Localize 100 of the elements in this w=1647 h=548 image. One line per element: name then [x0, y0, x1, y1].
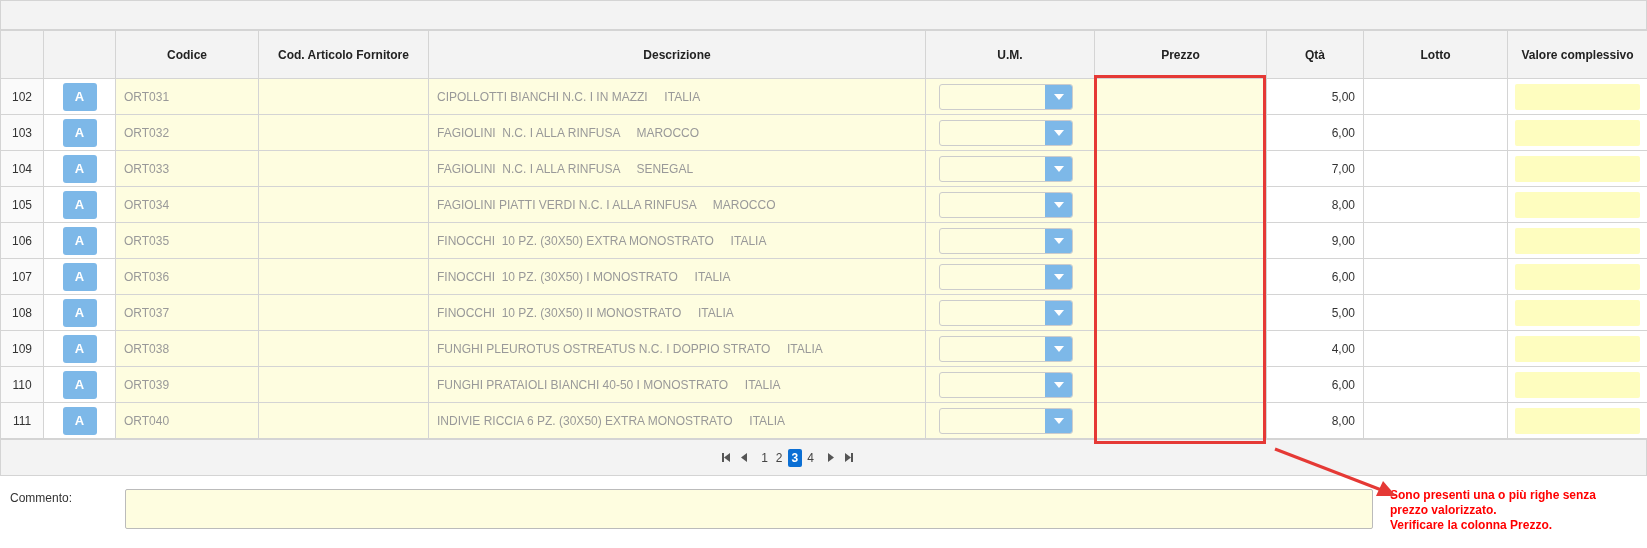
- unit-dropdown[interactable]: [939, 155, 1073, 182]
- table-cell: ORT034: [124, 197, 170, 212]
- last-page-icon[interactable]: [844, 453, 853, 462]
- column-header: Descrizione: [643, 47, 711, 62]
- table-cell: 7,00: [1331, 161, 1355, 176]
- unit-dropdown[interactable]: [939, 299, 1073, 326]
- table-cell: ORT035: [124, 233, 170, 248]
- row-action-button[interactable]: A: [62, 298, 97, 327]
- comment-label: Commento:: [10, 490, 74, 507]
- table-cell: ORT031: [124, 89, 170, 104]
- table-cell: FAGIOLINI PIATTI VERDI N.C. I ALLA RINFUSA MAROCCO: [437, 197, 776, 212]
- value-field[interactable]: [1515, 371, 1640, 398]
- dropdown-caret-icon: [1045, 120, 1072, 145]
- table-cell: FUNGHI PLEUROTUS OSTREATUS N.C. I DOPPIO STRATO ITALIA: [437, 341, 823, 356]
- table-cell: 8,00: [1331, 197, 1355, 212]
- page-button[interactable]: 4: [804, 448, 817, 467]
- unit-dropdown[interactable]: [939, 227, 1073, 254]
- value-field[interactable]: [1515, 83, 1640, 110]
- row-action-button[interactable]: A: [62, 118, 97, 147]
- unit-dropdown[interactable]: [939, 371, 1073, 398]
- first-page-icon[interactable]: [722, 453, 731, 462]
- table-cell: ORT036: [124, 269, 170, 284]
- value-field[interactable]: [1515, 155, 1640, 182]
- row-number: 104: [12, 161, 32, 176]
- table-cell: ORT039: [124, 377, 170, 392]
- value-field[interactable]: [1515, 263, 1640, 290]
- unit-dropdown[interactable]: [939, 191, 1073, 218]
- unit-dropdown[interactable]: [939, 407, 1073, 434]
- value-field[interactable]: [1515, 335, 1640, 362]
- table-cell: FAGIOLINI N.C. I ALLA RINFUSA MAROCCO: [437, 125, 700, 140]
- table-cell: FINOCCHI 10 PZ. (30X50) II MONOSTRATO ITALIA: [437, 305, 734, 320]
- column-header: Qtà: [1305, 47, 1325, 62]
- table-cell: FINOCCHI 10 PZ. (30X50) EXTRA MONOSTRATO ITALIA: [437, 233, 767, 248]
- column-header: Cod. Articolo Fornitore: [278, 47, 409, 62]
- dropdown-caret-icon: [1045, 300, 1072, 325]
- column-header: Codice: [167, 47, 207, 62]
- unit-dropdown[interactable]: [939, 263, 1073, 290]
- row-number: 102: [12, 89, 32, 104]
- dropdown-caret-icon: [1045, 336, 1072, 361]
- table-cell: FINOCCHI 10 PZ. (30X50) I MONOSTRATO ITALIA: [437, 269, 731, 284]
- dropdown-caret-icon: [1045, 264, 1072, 289]
- page-button[interactable]: 2: [772, 448, 786, 467]
- column-header: Valore complessivo: [1521, 47, 1634, 62]
- row-number: 110: [12, 377, 32, 392]
- value-field[interactable]: [1515, 191, 1640, 218]
- page-button[interactable]: 3: [787, 448, 803, 467]
- previous-page-icon[interactable]: [740, 453, 749, 462]
- comment-field[interactable]: [125, 489, 1373, 529]
- value-field[interactable]: [1515, 299, 1640, 326]
- value-field[interactable]: [1515, 227, 1640, 254]
- row-number: 107: [12, 269, 32, 284]
- row-number: 109: [12, 341, 32, 356]
- row-action-button[interactable]: A: [62, 262, 97, 291]
- table-cell: FUNGHI PRATAIOLI BIANCHI 40-50 I MONOSTRATO ITALIA: [437, 377, 781, 392]
- row-action-button[interactable]: A: [62, 82, 97, 111]
- table-cell: FAGIOLINI N.C. I ALLA RINFUSA SENEGAL: [437, 161, 694, 176]
- table-cell: ORT032: [124, 125, 170, 140]
- value-field[interactable]: [1515, 119, 1640, 146]
- row-action-button[interactable]: A: [62, 226, 97, 255]
- page-button[interactable]: 1: [758, 448, 771, 467]
- table-cell: ORT038: [124, 341, 170, 356]
- column-header: Prezzo: [1161, 47, 1200, 62]
- table-cell: ORT033: [124, 161, 170, 176]
- table-cell: 8,00: [1331, 413, 1355, 428]
- table-cell: 6,00: [1331, 269, 1355, 284]
- row-action-button[interactable]: A: [62, 190, 97, 219]
- row-number: 111: [12, 413, 32, 428]
- dropdown-caret-icon: [1045, 192, 1072, 217]
- row-number: 103: [12, 125, 32, 140]
- dropdown-caret-icon: [1045, 408, 1072, 433]
- table-cell: 5,00: [1331, 305, 1355, 320]
- dropdown-caret-icon: [1045, 156, 1072, 181]
- table-cell: 6,00: [1331, 377, 1355, 392]
- table-cell: 5,00: [1331, 89, 1355, 104]
- table-cell: ORT040: [124, 413, 170, 428]
- dropdown-caret-icon: [1045, 228, 1072, 253]
- row-action-button[interactable]: A: [62, 406, 97, 435]
- column-header: Lotto: [1420, 47, 1451, 62]
- column-header: U.M.: [997, 47, 1023, 62]
- row-action-button[interactable]: A: [62, 154, 97, 183]
- row-number: 108: [12, 305, 32, 320]
- row-number: 105: [12, 197, 32, 212]
- dropdown-caret-icon: [1045, 372, 1072, 397]
- next-page-icon[interactable]: [826, 453, 835, 462]
- row-action-button[interactable]: A: [62, 334, 97, 363]
- value-field[interactable]: [1515, 407, 1640, 434]
- table-cell: CIPOLLOTTI BIANCHI N.C. I IN MAZZI ITALIA: [437, 89, 701, 104]
- warning-message: Sono presenti una o più righe senza prezzo valorizzato.: [1390, 488, 1598, 518]
- table-cell: 4,00: [1331, 341, 1355, 356]
- dropdown-caret-icon: [1045, 84, 1072, 109]
- row-action-button[interactable]: A: [62, 370, 97, 399]
- row-number: 106: [12, 233, 32, 248]
- table-cell: 6,00: [1331, 125, 1355, 140]
- unit-dropdown[interactable]: [939, 83, 1073, 110]
- table-cell: INDIVIE RICCIA 6 PZ. (30X50) EXTRA MONOSTRATO ITALIA: [437, 413, 786, 428]
- unit-dropdown[interactable]: [939, 335, 1073, 362]
- table-cell: ORT037: [124, 305, 170, 320]
- warning-message: Verificare la colonna Prezzo.: [1390, 518, 1554, 533]
- table-cell: 9,00: [1331, 233, 1355, 248]
- unit-dropdown[interactable]: [939, 119, 1073, 146]
